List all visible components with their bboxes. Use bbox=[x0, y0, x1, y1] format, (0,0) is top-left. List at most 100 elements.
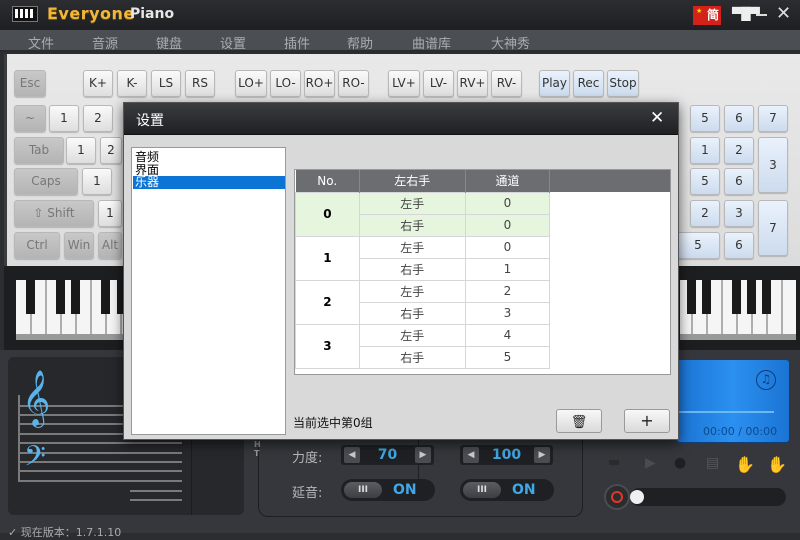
menu-sound-source[interactable]: 音源 bbox=[92, 33, 118, 52]
menu-plugins[interactable]: 插件 bbox=[284, 33, 310, 52]
key-rv-minus[interactable]: RV- bbox=[491, 70, 522, 97]
piano-keys-left[interactable] bbox=[16, 280, 126, 342]
numpad-key[interactable]: 2 bbox=[690, 200, 720, 227]
column-header-channel[interactable]: 通道 bbox=[465, 170, 551, 192]
key-shift[interactable]: ⇧ Shift bbox=[14, 200, 94, 227]
menu-showcase[interactable]: 大神秀 bbox=[491, 33, 530, 52]
play-icon[interactable]: ▶ bbox=[645, 455, 656, 471]
group-number[interactable]: 0 bbox=[295, 191, 360, 237]
key-k-plus[interactable]: K+ bbox=[83, 70, 113, 97]
toggle-knob[interactable]: III bbox=[463, 482, 501, 498]
decrement-icon[interactable]: ◀ bbox=[463, 447, 479, 463]
key-rv-plus[interactable]: RV+ bbox=[457, 70, 488, 97]
menu-keyboard[interactable]: 键盘 bbox=[156, 33, 182, 52]
numpad-key[interactable]: 6 bbox=[724, 105, 754, 132]
menu-help[interactable]: 帮助 bbox=[347, 33, 373, 52]
minimize-icon[interactable] bbox=[756, 14, 767, 16]
key-tilde[interactable]: ~ bbox=[14, 105, 46, 132]
hand-cell[interactable]: 左手 bbox=[358, 235, 466, 259]
hand-cell[interactable]: 右手 bbox=[358, 345, 466, 369]
hand-cell[interactable]: 左手 bbox=[358, 323, 466, 347]
decrement-icon[interactable]: ◀ bbox=[344, 447, 360, 463]
left-sustain-toggle[interactable]: III ON bbox=[341, 479, 435, 501]
numpad-key[interactable]: 5 bbox=[690, 105, 720, 132]
hand-cell[interactable]: 右手 bbox=[358, 213, 466, 237]
menu-score-library[interactable]: 曲谱库 bbox=[412, 33, 451, 52]
save-icon[interactable]: ▤ bbox=[706, 455, 719, 471]
channel-cell[interactable]: 3 bbox=[464, 301, 551, 325]
key-note[interactable]: 2 bbox=[83, 105, 113, 132]
channel-cell[interactable]: 2 bbox=[464, 279, 551, 303]
right-hand-icon[interactable]: ✋ bbox=[767, 455, 787, 474]
close-icon[interactable]: ✕ bbox=[776, 4, 791, 24]
key-note[interactable]: 1 bbox=[82, 168, 112, 195]
hand-cell[interactable]: 左手 bbox=[358, 279, 466, 303]
category-instrument[interactable]: 乐器 bbox=[133, 176, 285, 189]
key-rs[interactable]: RS bbox=[185, 70, 215, 97]
key-alt[interactable]: Alt bbox=[98, 232, 122, 259]
key-lo-plus[interactable]: LO+ bbox=[235, 70, 267, 97]
numpad-key[interactable]: 3 bbox=[724, 200, 754, 227]
right-velocity-stepper[interactable]: ◀ 100 ▶ bbox=[460, 445, 553, 465]
key-tab[interactable]: Tab bbox=[14, 137, 64, 164]
record-icon[interactable]: ● bbox=[674, 455, 686, 471]
table-row[interactable]: 2 左手 2 bbox=[295, 279, 670, 325]
group-number[interactable]: 2 bbox=[295, 279, 360, 325]
key-caps[interactable]: Caps bbox=[14, 168, 78, 195]
numpad-key[interactable]: 1 bbox=[690, 137, 720, 164]
key-lo-minus[interactable]: LO- bbox=[270, 70, 301, 97]
increment-icon[interactable]: ▶ bbox=[534, 447, 550, 463]
channel-cell[interactable]: 4 bbox=[464, 323, 551, 347]
volume-handle[interactable] bbox=[630, 490, 644, 504]
group-number[interactable]: 1 bbox=[295, 235, 360, 281]
key-k-minus[interactable]: K- bbox=[117, 70, 147, 97]
numpad-key[interactable]: 7 bbox=[758, 105, 788, 132]
key-lv-minus[interactable]: LV- bbox=[423, 70, 454, 97]
key-note[interactable]: 1 bbox=[66, 137, 96, 164]
key-note[interactable]: 1 bbox=[98, 200, 122, 227]
table-row[interactable]: 0 左手 0 bbox=[295, 191, 670, 237]
numpad-key[interactable]: 7 bbox=[758, 200, 788, 256]
column-header-no[interactable]: No. bbox=[295, 170, 360, 192]
piano-keys-right[interactable] bbox=[680, 280, 796, 342]
add-button[interactable]: + bbox=[624, 409, 670, 433]
channel-cell[interactable]: 0 bbox=[464, 213, 551, 237]
channel-cell[interactable]: 5 bbox=[464, 345, 551, 369]
shirt-icon[interactable]: ▀█▀ bbox=[732, 8, 760, 20]
numpad-key[interactable]: 2 bbox=[724, 137, 754, 164]
music-note-icon[interactable]: ♫ bbox=[756, 370, 776, 390]
hand-cell[interactable]: 左手 bbox=[358, 191, 466, 215]
channel-cell[interactable]: 0 bbox=[464, 235, 551, 259]
table-row[interactable]: 1 左手 0 bbox=[295, 235, 670, 281]
key-win[interactable]: Win bbox=[64, 232, 94, 259]
hand-cell[interactable]: 右手 bbox=[358, 257, 466, 281]
playback-progress[interactable] bbox=[678, 411, 774, 413]
numpad-key[interactable]: 6 bbox=[724, 168, 754, 195]
numpad-key[interactable]: 6 bbox=[724, 232, 754, 259]
close-icon[interactable]: ✕ bbox=[650, 108, 664, 128]
left-velocity-stepper[interactable]: ◀ 70 ▶ bbox=[341, 445, 434, 465]
key-ls[interactable]: LS bbox=[151, 70, 181, 97]
left-hand-icon[interactable]: ✋ bbox=[735, 455, 755, 474]
menu-settings[interactable]: 设置 bbox=[220, 33, 246, 52]
folder-icon[interactable]: ▬ bbox=[608, 455, 620, 470]
menu-file[interactable]: 文件 bbox=[28, 33, 54, 52]
channel-cell[interactable]: 0 bbox=[464, 191, 551, 215]
numpad-key[interactable]: 5 bbox=[690, 168, 720, 195]
table-row[interactable]: 3 左手 4 bbox=[295, 323, 670, 369]
increment-icon[interactable]: ▶ bbox=[415, 447, 431, 463]
volume-slider[interactable] bbox=[630, 488, 786, 506]
toggle-knob[interactable]: III bbox=[344, 482, 382, 498]
right-sustain-toggle[interactable]: III ON bbox=[460, 479, 554, 501]
key-esc[interactable]: Esc bbox=[14, 70, 46, 97]
language-button[interactable]: ★ 简 bbox=[693, 6, 721, 25]
column-header-hand[interactable]: 左右手 bbox=[359, 170, 466, 192]
key-ctrl[interactable]: Ctrl bbox=[14, 232, 60, 259]
channel-cell[interactable]: 1 bbox=[464, 257, 551, 281]
key-lv-plus[interactable]: LV+ bbox=[388, 70, 420, 97]
delete-button[interactable]: 🗑 bbox=[556, 409, 602, 433]
key-ro-plus[interactable]: RO+ bbox=[304, 70, 335, 97]
stop-button[interactable]: Stop bbox=[607, 70, 639, 97]
key-note[interactable]: 2 bbox=[100, 137, 122, 164]
play-button[interactable]: Play bbox=[539, 70, 570, 97]
